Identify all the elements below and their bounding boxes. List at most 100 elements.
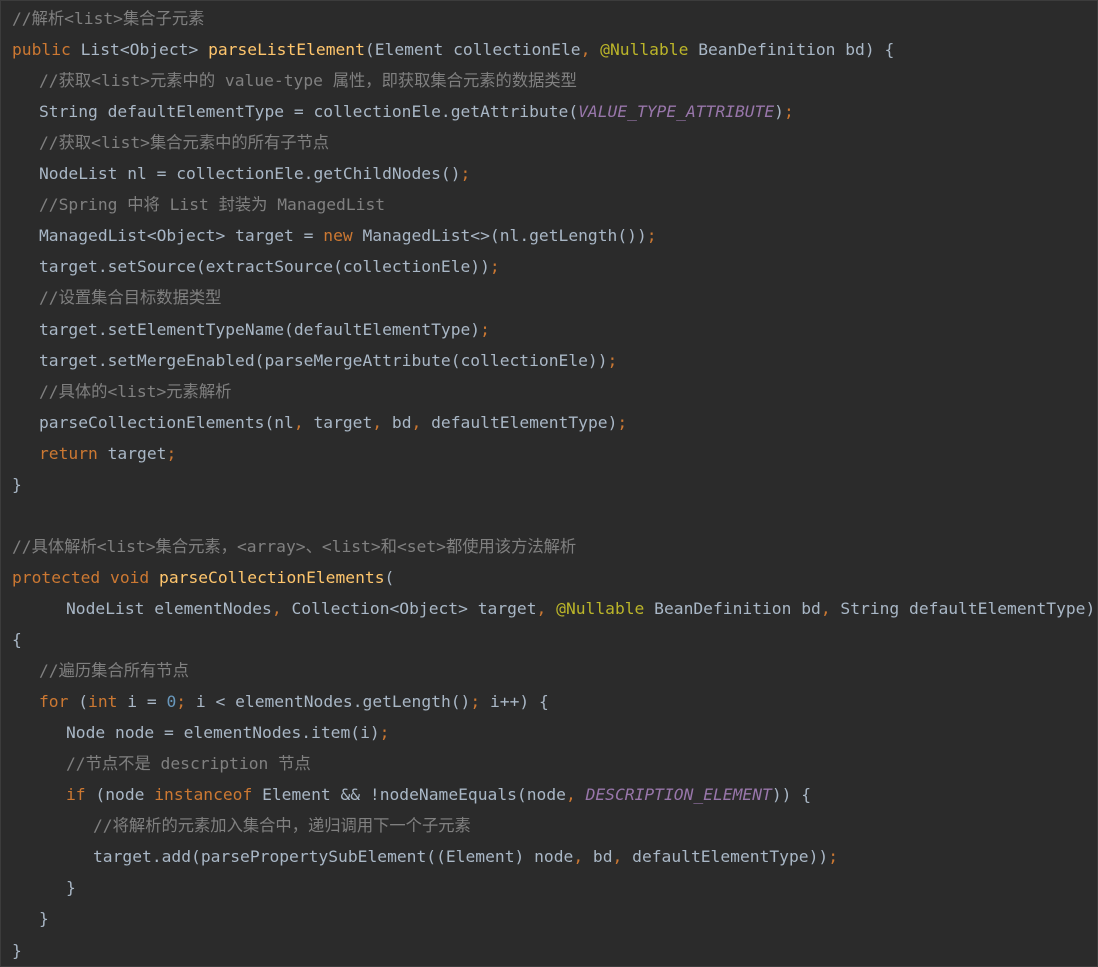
code-token: //获取<list>集合元素中的所有子节点 [39,133,330,153]
code-token: ) [774,102,784,122]
code-line[interactable]: //具体解析<list>集合元素，<array>、<list>和<set>都使用… [12,531,576,562]
code-token: (node [95,785,155,805]
code-line[interactable]: //设置集合目标数据类型 [39,282,221,313]
code-token: 0 [166,692,177,712]
code-token: , [536,598,557,618]
code-token: defaultElementType)) [632,847,829,867]
code-token: ; [617,412,628,432]
code-line[interactable]: String defaultElementType = collectionEl… [39,96,794,127]
code-token: , [580,40,601,60]
code-line[interactable]: Node node = elementNodes.item(i); [66,717,389,748]
code-token: ManagedList<>(nl.getLength()) [362,226,647,246]
code-line[interactable]: target.add(parsePropertySubElement((Elem… [93,841,838,872]
code-token: } [39,909,49,929]
code-line[interactable]: //获取<list>元素中的 value-type 属性，即获取集合元素的数据类… [39,65,577,96]
code-token: parseCollectionElements(nl [39,412,294,432]
code-line[interactable]: public List<Object> parseListElement(Ele… [12,34,894,65]
code-token: List<Object> [80,40,209,60]
code-token: } [66,878,76,898]
code-token: VALUE_TYPE_ATTRIBUTE [578,102,775,122]
code-line[interactable]: target.setElementTypeName(defaultElement… [39,314,490,345]
code-token: { [12,630,22,649]
code-line[interactable]: } [12,469,22,500]
code-token: target [313,412,373,432]
code-token: ManagedList<Object> target = [39,226,324,246]
code-token: target.add(parsePropertySubElement((Elem… [93,847,574,867]
code-token: , [573,847,593,867]
code-line[interactable]: //获取<list>集合元素中的所有子节点 [39,127,329,158]
code-token: , [565,785,586,805]
code-token: return [39,443,108,463]
code-token: bd [391,412,412,432]
code-token: )) { [771,785,812,805]
code-token: NodeList elementNodes [66,598,272,618]
code-token: ; [607,350,618,370]
code-token: //Spring 中将 List 封装为 ManagedList [39,195,386,215]
code-token: @Nullable [600,40,699,60]
code-token: ; [480,319,490,339]
code-token: , [411,412,432,432]
code-line[interactable]: for (int i = 0; i < elementNodes.getLeng… [39,686,549,717]
code-token: ; [828,847,838,867]
code-token: target [107,443,167,463]
code-token: , [271,598,292,618]
code-token: //获取<list>元素中的 value-type 属性，即获取集合元素的数据类… [39,71,577,91]
code-token: @Nullable [556,598,655,618]
code-token: i = [127,692,167,712]
code-token: //遍历集合所有节点 [39,661,189,681]
code-token: parseCollectionElements [159,567,385,587]
code-token: String defaultElementType = collectionEl… [39,102,579,122]
code-token: bd [592,847,613,867]
code-token: String defaultElementType) [840,598,1096,618]
code-token: for [39,692,79,712]
code-line[interactable]: } [39,903,49,934]
code-token: , [293,412,314,432]
code-token: //具体解析<list>集合元素，<array>、<list>和<set>都使用… [12,536,577,556]
code-token: ( [78,692,89,712]
code-token: } [12,940,22,960]
code-token: Collection<Object> target [291,598,537,618]
code-line[interactable]: { [12,624,22,655]
code-line[interactable]: parseCollectionElements(nl, target, bd, … [39,407,627,438]
code-line[interactable]: return target; [39,438,176,469]
code-token: ; [379,723,390,743]
code-token: //节点不是 description 节点 [66,754,311,774]
code-editor[interactable]: //解析<list>集合子元素 public List<Object> parse… [0,0,1098,967]
code-token: , [372,412,392,432]
code-line[interactable]: //Spring 中将 List 封装为 ManagedList [39,189,385,220]
code-token: } [12,474,22,494]
code-line[interactable]: NodeList nl = collectionEle.getChildNode… [39,158,470,189]
code-line[interactable]: //节点不是 description 节点 [66,748,311,779]
code-token: ; [646,226,657,246]
code-token: parseListElement [208,40,365,60]
code-token: //解析<list>集合子元素 [12,9,205,28]
code-token: instanceof [154,785,263,805]
code-token: ; [176,692,196,712]
code-line[interactable]: //遍历集合所有节点 [39,655,189,686]
code-line[interactable]: //解析<list>集合子元素 [12,3,204,34]
code-line[interactable]: } [12,935,22,966]
code-line[interactable]: NodeList elementNodes, Collection<Object… [66,593,1095,624]
code-token: i++) { [489,692,549,712]
code-line[interactable]: //将解析的元素加入集合中，递归调用下一个子元素 [93,810,471,841]
code-token: defaultElementType) [431,412,618,432]
code-token: int [88,692,128,712]
code-line[interactable]: protected void parseCollectionElements( [12,562,394,593]
code-line[interactable]: } [66,872,76,903]
code-line[interactable]: //具体的<list>元素解析 [39,376,231,407]
code-token: DESCRIPTION_ELEMENT [585,785,772,805]
code-token: new [323,226,363,246]
code-token: Element && !nodeNameEquals(node [262,785,566,805]
code-token: if [66,785,96,805]
code-token: ; [460,164,471,184]
code-token: ; [489,257,500,277]
code-token: ; [166,443,177,463]
code-line[interactable]: if (node instanceof Element && !nodeName… [66,779,811,810]
code-token: BeanDefinition bd) { [698,40,895,60]
code-line[interactable]: target.setMergeEnabled(parseMergeAttribu… [39,345,617,376]
code-line[interactable]: ManagedList<Object> target = new Managed… [39,220,657,251]
code-token: Node node = elementNodes.item(i) [66,723,380,743]
code-token: NodeList nl = collectionEle.getChildNode… [39,164,461,184]
code-token: ( [384,567,395,587]
code-line[interactable]: target.setSource(extractSource(collectio… [39,251,500,282]
